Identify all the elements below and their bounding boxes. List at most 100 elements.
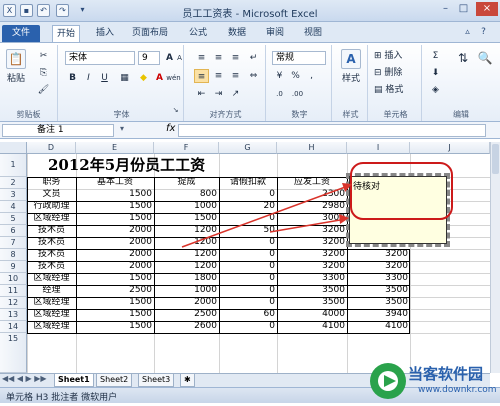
autosum-icon[interactable]: Σ xyxy=(428,49,443,63)
table-cell[interactable]: 技术员 xyxy=(27,249,76,261)
column-header-h[interactable]: H xyxy=(277,142,347,154)
table-cell[interactable]: 2300 xyxy=(277,189,347,201)
row-header[interactable]: 11 xyxy=(0,285,27,297)
tab-home[interactable]: 开始 xyxy=(52,25,81,42)
sheet-tab-sheet2[interactable]: Sheet2 xyxy=(96,374,133,387)
scrollbar-thumb[interactable] xyxy=(492,144,499,174)
row-header[interactable]: 14 xyxy=(0,321,27,333)
row-header[interactable]: 5 xyxy=(0,213,27,225)
table-cell[interactable]: 1500 xyxy=(76,201,154,213)
table-cell[interactable]: 3500 xyxy=(347,285,410,297)
select-all-corner[interactable] xyxy=(0,142,27,154)
comment-text[interactable]: 待核对 xyxy=(353,179,380,192)
styles-button[interactable]: A 样式 xyxy=(338,49,364,84)
table-cell[interactable]: 技术员 xyxy=(27,261,76,273)
italic-button[interactable]: I xyxy=(81,71,96,85)
row-header[interactable]: 13 xyxy=(0,309,27,321)
table-cell[interactable]: 1200 xyxy=(154,225,219,237)
row-header[interactable]: 1 xyxy=(0,154,27,177)
table-cell[interactable]: 区域经理 xyxy=(27,297,76,309)
format-painter-icon[interactable]: 🖌 xyxy=(36,83,51,97)
table-cell[interactable]: 技术员 xyxy=(27,237,76,249)
name-box-dropdown-icon[interactable]: ▾ xyxy=(120,124,124,133)
decrease-indent-icon[interactable]: ⇤ xyxy=(194,87,209,101)
table-cell[interactable]: 0 xyxy=(219,237,277,249)
insert-function-button[interactable]: fx xyxy=(166,123,175,134)
format-cells-button[interactable]: ▤ 格式 xyxy=(374,83,418,97)
row-header[interactable]: 9 xyxy=(0,261,27,273)
header-cell[interactable]: 职务 xyxy=(27,177,76,189)
table-cell[interactable]: 2500 xyxy=(76,285,154,297)
table-cell[interactable]: 2000 xyxy=(76,261,154,273)
table-cell[interactable]: 3500 xyxy=(277,285,347,297)
header-cell[interactable]: 提成 xyxy=(154,177,219,189)
table-cell[interactable]: 1500 xyxy=(76,189,154,201)
border-icon[interactable]: ▦ xyxy=(117,71,132,85)
table-cell[interactable]: 1000 xyxy=(154,285,219,297)
table-cell[interactable]: 3300 xyxy=(277,273,347,285)
table-cell[interactable]: 区域经理 xyxy=(27,213,76,225)
row-header[interactable]: 3 xyxy=(0,189,27,201)
vertical-scrollbar[interactable] xyxy=(490,142,500,373)
table-cell[interactable]: 技术员 xyxy=(27,225,76,237)
table-cell[interactable]: 文员 xyxy=(27,189,76,201)
table-cell[interactable]: 4100 xyxy=(347,321,410,333)
table-cell[interactable]: 60 xyxy=(219,309,277,321)
tab-view[interactable]: 视图 xyxy=(300,25,326,42)
row-header[interactable]: 8 xyxy=(0,249,27,261)
row-header[interactable]: 15 xyxy=(0,333,27,373)
table-cell[interactable]: 3500 xyxy=(347,297,410,309)
sort-filter-icon[interactable]: ⇅ xyxy=(454,51,472,71)
tab-formulas[interactable]: 公式 xyxy=(185,25,211,42)
column-header-j[interactable]: J xyxy=(410,142,490,154)
column-header-g[interactable]: G xyxy=(219,142,277,154)
table-cell[interactable]: 行政助理 xyxy=(27,201,76,213)
formula-input[interactable] xyxy=(178,124,486,137)
wrap-text-icon[interactable]: ↵ xyxy=(246,51,261,65)
table-cell[interactable]: 3200 xyxy=(277,261,347,273)
table-cell[interactable]: 800 xyxy=(154,189,219,201)
increase-decimal-button[interactable]: .0 xyxy=(272,87,287,101)
phonetic-button[interactable]: wén xyxy=(166,71,181,85)
row-header[interactable]: 10 xyxy=(0,273,27,285)
column-header-f[interactable]: F xyxy=(154,142,219,154)
cut-icon[interactable]: ✂ xyxy=(36,49,51,63)
help-icon[interactable]: ? xyxy=(476,25,491,39)
table-cell[interactable]: 0 xyxy=(219,273,277,285)
decrease-decimal-button[interactable]: .00 xyxy=(290,87,305,101)
table-cell[interactable]: 4000 xyxy=(277,309,347,321)
clear-icon[interactable]: ◈ xyxy=(428,83,443,97)
table-cell[interactable]: 1200 xyxy=(154,237,219,249)
table-cell[interactable]: 3500 xyxy=(277,297,347,309)
table-cell[interactable]: 0 xyxy=(219,249,277,261)
table-cell[interactable]: 2980 xyxy=(277,201,347,213)
tab-data[interactable]: 数据 xyxy=(224,25,250,42)
column-header-e[interactable]: E xyxy=(76,142,154,154)
table-cell[interactable]: 3200 xyxy=(277,249,347,261)
align-top-icon[interactable]: ≡ xyxy=(194,51,209,65)
table-cell[interactable]: 1500 xyxy=(76,309,154,321)
row-header[interactable]: 6 xyxy=(0,225,27,237)
row-header[interactable]: 2 xyxy=(0,177,27,189)
fill-color-icon[interactable]: ◆ xyxy=(136,71,151,85)
table-cell[interactable]: 1200 xyxy=(154,261,219,273)
delete-cells-button[interactable]: ⊟ 删除 xyxy=(374,66,418,80)
table-cell[interactable]: 0 xyxy=(219,189,277,201)
table-cell[interactable]: 1500 xyxy=(154,213,219,225)
table-cell[interactable]: 20 xyxy=(219,201,277,213)
column-header-i[interactable]: I xyxy=(347,142,410,154)
comma-button[interactable]: , xyxy=(304,69,319,83)
table-cell[interactable]: 2000 xyxy=(76,225,154,237)
column-header-d[interactable]: D xyxy=(27,142,76,154)
percent-button[interactable]: % xyxy=(288,69,303,83)
row-header[interactable]: 4 xyxy=(0,201,27,213)
increase-indent-icon[interactable]: ⇥ xyxy=(211,87,226,101)
minimize-button[interactable]: – xyxy=(438,2,453,16)
sheet-tab-sheet1[interactable]: Sheet1 xyxy=(54,374,94,387)
sheet-nav-icon[interactable]: ◀◀ ◀ ▶ ▶▶ xyxy=(2,374,47,383)
table-cell[interactable]: 50 xyxy=(219,225,277,237)
align-middle-icon[interactable]: ≡ xyxy=(211,51,226,65)
header-cell[interactable]: 基本工资 xyxy=(76,177,154,189)
sheet-tab-sheet3[interactable]: Sheet3 xyxy=(138,374,175,387)
table-cell[interactable]: 1500 xyxy=(76,297,154,309)
